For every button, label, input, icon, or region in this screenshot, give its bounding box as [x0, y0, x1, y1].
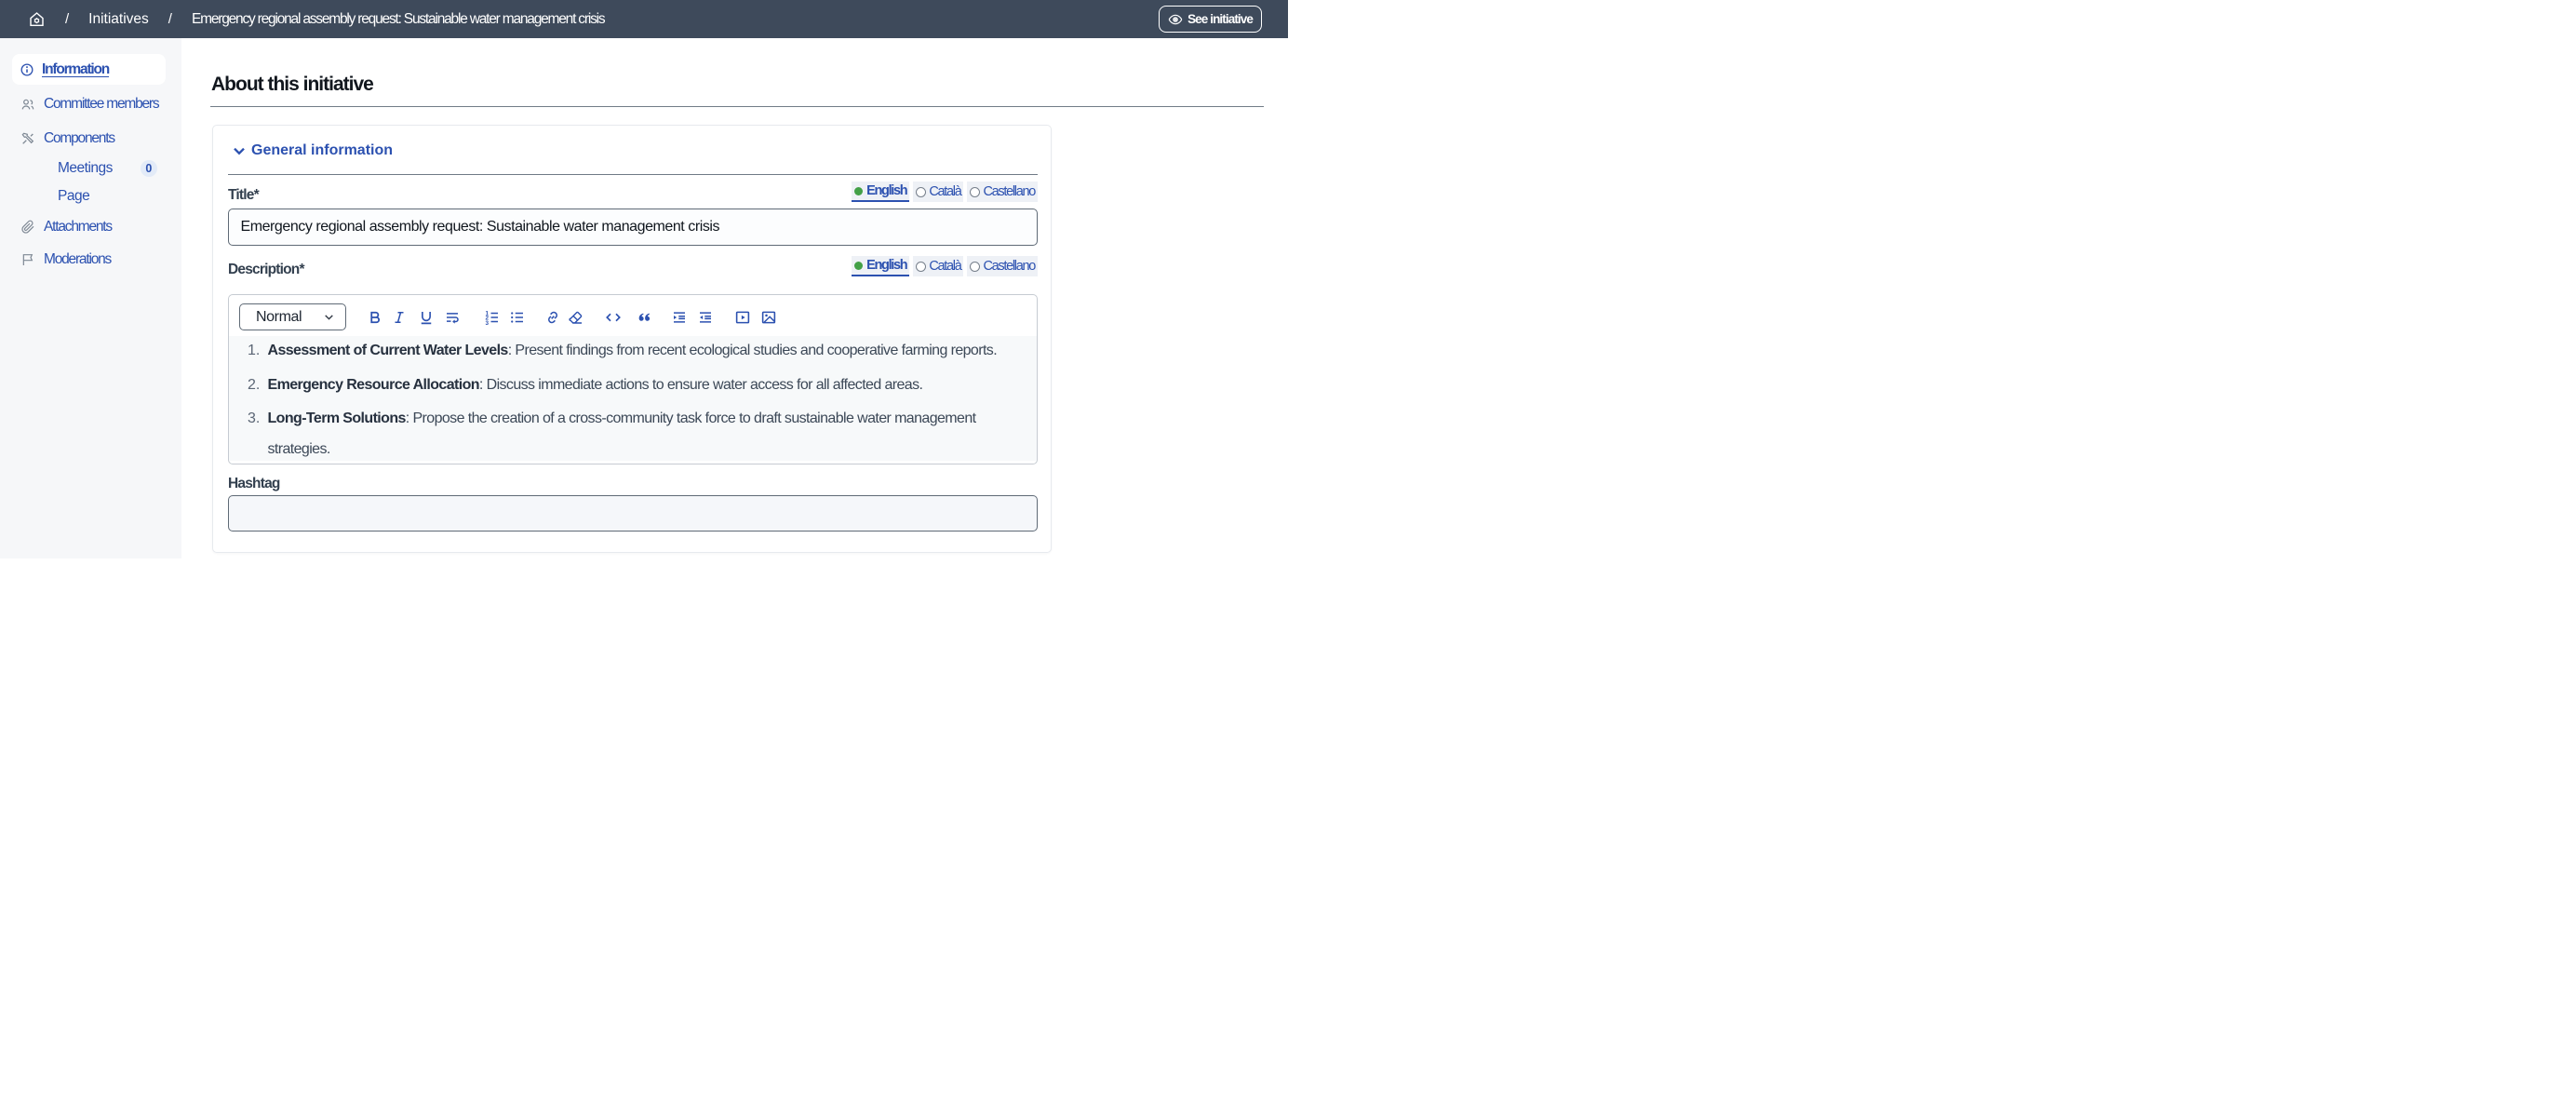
svg-text:3: 3: [485, 319, 489, 325]
